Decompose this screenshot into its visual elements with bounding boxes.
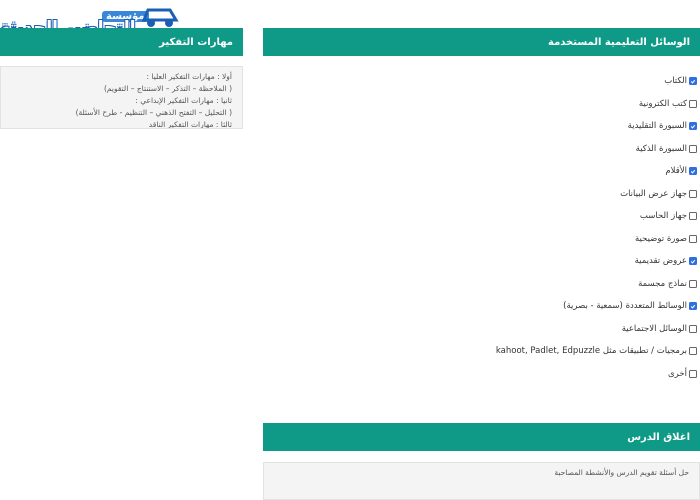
lesson-closing-text: حل أسئلة تقويم الدرس والأنشطة المصاحبة	[554, 468, 689, 477]
checkbox-checked-icon[interactable]	[689, 122, 697, 131]
lesson-closing-header: اغلاق الدرس	[263, 423, 700, 451]
tool-label: الوسائل الاجتماعية	[621, 323, 687, 334]
thinking-line: ثالثا : مهارات التفكير الناقد	[148, 120, 232, 129]
tool-label: عروض تقديمية	[634, 256, 687, 267]
thinking-skills-title: مهارات التفكير	[159, 36, 233, 48]
checkbox-unchecked-icon[interactable]	[689, 212, 697, 221]
checkbox-checked-icon[interactable]	[689, 257, 697, 266]
checkbox-unchecked-icon[interactable]	[689, 369, 697, 378]
tool-checkbox-item[interactable]: الأقلام	[397, 160, 697, 183]
checkbox-checked-icon[interactable]	[689, 77, 697, 86]
thinking-skills-textbox[interactable]: أولا : مهارات التفكير العليا : ( الملاحظ…	[0, 66, 243, 129]
tool-checkbox-item[interactable]: الوسائط المتعددة (سمعية - بصرية)	[397, 295, 697, 318]
checkbox-unchecked-icon[interactable]	[689, 189, 697, 198]
lesson-closing-title: اغلاق الدرس	[627, 431, 690, 443]
tool-label: الأقلام	[665, 166, 687, 177]
checkbox-unchecked-icon[interactable]	[689, 347, 697, 356]
tool-checkbox-item[interactable]: السبورة التقليدية	[397, 115, 697, 138]
tool-label: السبورة التقليدية	[627, 121, 687, 132]
checkbox-checked-icon[interactable]	[689, 167, 697, 176]
tool-label: جهاز الحاسب	[639, 211, 687, 222]
educational-tools-checklist: الكتاب كتب الكترونية السبورة التقليدية السب…	[397, 70, 697, 385]
tool-checkbox-item[interactable]: برمجيات / تطبيقات مثل kahoot, Padlet, Ed…	[397, 340, 697, 363]
tool-label: برمجيات / تطبيقات مثل kahoot, Padlet, Ed…	[495, 346, 687, 357]
tool-checkbox-item[interactable]: أخرى	[397, 363, 697, 386]
checkbox-checked-icon[interactable]	[689, 302, 697, 311]
tool-checkbox-item[interactable]: جهاز عرض البيانات	[397, 183, 697, 206]
checkbox-unchecked-icon[interactable]	[689, 144, 697, 153]
tool-checkbox-item[interactable]: كتب الكترونية	[397, 93, 697, 116]
tool-label: السبورة الذكية	[635, 143, 687, 154]
checkbox-unchecked-icon[interactable]	[689, 324, 697, 333]
tool-label: الوسائط المتعددة (سمعية - بصرية)	[563, 301, 687, 312]
tool-label: أخرى	[668, 368, 687, 379]
educational-tools-header: الوسائل التعليمية المستخدمة	[263, 28, 700, 56]
tool-checkbox-item[interactable]: نماذج مجسمة	[397, 273, 697, 296]
checkbox-unchecked-icon[interactable]	[689, 99, 697, 108]
tool-label: جهاز عرض البيانات	[620, 188, 687, 199]
thinking-skills-header: مهارات التفكير	[0, 28, 243, 56]
thinking-line: ( الملاحظة – التذكر – الاستنتاج – التقوي…	[104, 84, 232, 93]
tool-checkbox-item[interactable]: عروض تقديمية	[397, 250, 697, 273]
tool-label: نماذج مجسمة	[638, 278, 687, 289]
checkbox-unchecked-icon[interactable]	[689, 234, 697, 243]
checkbox-unchecked-icon[interactable]	[689, 279, 697, 288]
thinking-line: أولا : مهارات التفكير العليا :	[146, 72, 232, 81]
tool-checkbox-item[interactable]: السبورة الذكية	[397, 138, 697, 161]
tool-checkbox-item[interactable]: الكتاب	[397, 70, 697, 93]
tool-checkbox-item[interactable]: الوسائل الاجتماعية	[397, 318, 697, 341]
thinking-line: ثانيا : مهارات التفكير الإبداعي :	[135, 96, 232, 105]
logo-car-icon	[141, 8, 179, 27]
tool-checkbox-item[interactable]: جهاز الحاسب	[397, 205, 697, 228]
lesson-closing-textbox[interactable]: حل أسئلة تقويم الدرس والأنشطة المصاحبة	[263, 462, 700, 500]
tool-checkbox-item[interactable]: صورة توضيحية	[397, 228, 697, 251]
tool-label: الكتاب	[664, 76, 687, 87]
tool-label: صورة توضيحية	[634, 233, 687, 244]
educational-tools-title: الوسائل التعليمية المستخدمة	[548, 36, 690, 48]
tool-label: كتب الكترونية	[638, 98, 687, 109]
thinking-line: ( التحليل – التفتح الذهني – التنظيم - طر…	[75, 108, 232, 117]
